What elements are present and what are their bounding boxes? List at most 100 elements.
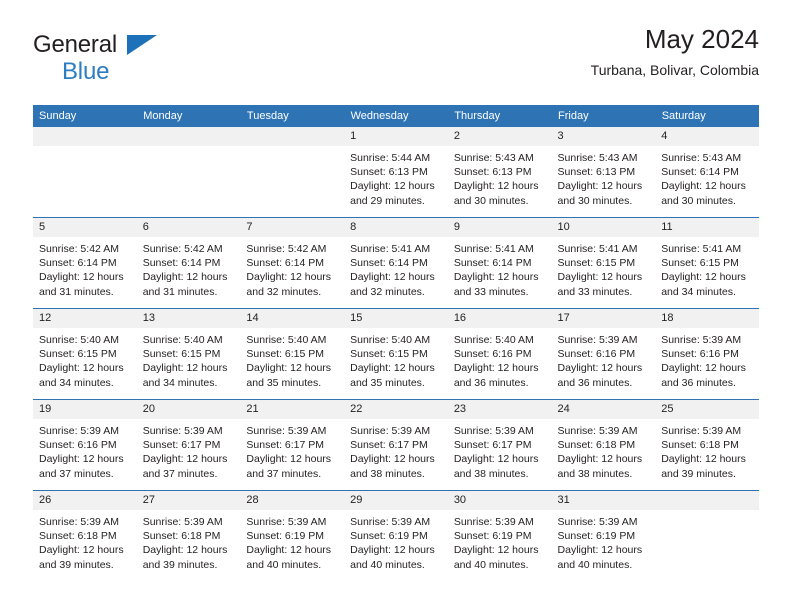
title-block: May 2024 Turbana, Bolivar, Colombia bbox=[591, 24, 759, 78]
day-number: 30 bbox=[447, 491, 552, 510]
calendar-day-cell[interactable]: 1 Sunrise: 5:44 AM Sunset: 6:13 PM Daylight… bbox=[344, 127, 448, 218]
sunrise-text: Sunrise: 5:43 AM bbox=[661, 152, 742, 164]
day-sun-info: Sunrise: 5:39 AM Sunset: 6:19 PM Daylight:… bbox=[240, 510, 344, 572]
calendar-day-cell[interactable]: 22 Sunrise: 5:39 AM Sunset: 6:17 PM Dayligh… bbox=[344, 399, 448, 491]
day-cell-inner: 12 Sunrise: 5:40 AM Sunset: 6:15 PM Dayligh… bbox=[33, 309, 137, 399]
calendar-day-cell[interactable]: 21 Sunrise: 5:39 AM Sunset: 6:17 PM Dayligh… bbox=[240, 399, 345, 491]
sunrise-text: Sunrise: 5:43 AM bbox=[557, 152, 638, 164]
daylight-text-line1: Daylight: 12 hours bbox=[142, 362, 228, 375]
day-sun-info: Sunrise: 5:39 AM Sunset: 6:19 PM Daylight:… bbox=[344, 510, 448, 572]
sunrise-text: Sunrise: 5:39 AM bbox=[39, 425, 119, 437]
day-sun-info: Sunrise: 5:40 AM Sunset: 6:15 PM Daylight:… bbox=[344, 328, 448, 390]
sunrise-text: Sunrise: 5:43 AM bbox=[453, 152, 534, 164]
day-cell-inner: 16 Sunrise: 5:40 AM Sunset: 6:16 PM Dayligh… bbox=[447, 309, 552, 399]
calendar-day-cell[interactable]: 12 Sunrise: 5:40 AM Sunset: 6:15 PM Dayligh… bbox=[33, 308, 137, 400]
calendar-day-cell[interactable]: 11 Sunrise: 5:41 AM Sunset: 6:15 PM Dayligh… bbox=[655, 217, 759, 309]
calendar-day-cell[interactable]: 25 Sunrise: 5:39 AM Sunset: 6:18 PM Dayligh… bbox=[655, 399, 759, 491]
calendar-day-cell[interactable]: 7 Sunrise: 5:42 AM Sunset: 6:14 PM Daylight… bbox=[240, 217, 345, 309]
calendar-day-cell[interactable]: 16 Sunrise: 5:40 AM Sunset: 6:16 PM Dayligh… bbox=[447, 308, 552, 400]
daylight-text-line2: and 35 minutes. bbox=[350, 376, 425, 389]
daylight-text-line1: Daylight: 12 hours bbox=[661, 362, 746, 375]
day-number: 12 bbox=[33, 309, 137, 328]
sunrise-text: Sunrise: 5:39 AM bbox=[246, 516, 327, 528]
sunset-text: Sunset: 6:15 PM bbox=[557, 257, 636, 270]
calendar-day-cell[interactable]: 6 Sunrise: 5:42 AM Sunset: 6:14 PM Daylight… bbox=[136, 217, 241, 309]
calendar-day-cell[interactable]: 17 Sunrise: 5:39 AM Sunset: 6:16 PM Dayligh… bbox=[551, 308, 656, 400]
sunset-text: Sunset: 6:16 PM bbox=[661, 348, 739, 361]
calendar-day-cell[interactable]: 19 Sunrise: 5:39 AM Sunset: 6:16 PM Dayligh… bbox=[33, 399, 137, 491]
calendar-day-cell[interactable]: 3 Sunrise: 5:43 AM Sunset: 6:13 PM Daylight… bbox=[551, 127, 656, 218]
day-sun-info: Sunrise: 5:39 AM Sunset: 6:19 PM Daylight:… bbox=[448, 510, 552, 572]
sunset-text: Sunset: 6:19 PM bbox=[350, 530, 428, 543]
sunrise-text: Sunrise: 5:40 AM bbox=[246, 334, 327, 346]
day-cell-inner: 19 Sunrise: 5:39 AM Sunset: 6:16 PM Dayligh… bbox=[33, 400, 137, 490]
sunset-text: Sunset: 6:19 PM bbox=[246, 530, 325, 543]
daylight-text-line1: Daylight: 12 hours bbox=[453, 544, 539, 557]
calendar-week-row: 5 Sunrise: 5:42 AM Sunset: 6:14 PM Daylight… bbox=[33, 217, 759, 309]
day-number: 10 bbox=[551, 218, 656, 237]
daylight-text-line1: Daylight: 12 hours bbox=[142, 453, 228, 466]
calendar-day-cell[interactable]: 27 Sunrise: 5:39 AM Sunset: 6:18 PM Dayligh… bbox=[136, 490, 241, 581]
day-cell-inner: 26 Sunrise: 5:39 AM Sunset: 6:18 PM Dayligh… bbox=[33, 491, 137, 581]
day-cell-inner bbox=[240, 127, 345, 217]
day-cell-inner: 29 Sunrise: 5:39 AM Sunset: 6:19 PM Dayligh… bbox=[344, 491, 448, 581]
day-cell-inner bbox=[33, 127, 137, 217]
day-number: 13 bbox=[136, 309, 241, 328]
calendar-day-cell[interactable]: 2 Sunrise: 5:43 AM Sunset: 6:13 PM Daylight… bbox=[447, 127, 552, 218]
calendar-week-row: 26 Sunrise: 5:39 AM Sunset: 6:18 PM Dayligh… bbox=[33, 490, 759, 581]
calendar-day-cell[interactable]: 26 Sunrise: 5:39 AM Sunset: 6:18 PM Dayligh… bbox=[33, 490, 137, 581]
calendar-day-cell[interactable]: 29 Sunrise: 5:39 AM Sunset: 6:19 PM Dayligh… bbox=[344, 490, 448, 581]
daylight-text-line1: Daylight: 12 hours bbox=[557, 271, 643, 284]
daylight-text-line2: and 32 minutes. bbox=[246, 285, 322, 298]
day-sun-info: Sunrise: 5:40 AM Sunset: 6:15 PM Daylight:… bbox=[240, 328, 344, 390]
daylight-text-line1: Daylight: 12 hours bbox=[142, 544, 228, 557]
daylight-text-line1: Daylight: 12 hours bbox=[661, 271, 746, 284]
calendar-day-cell[interactable]: 30 Sunrise: 5:39 AM Sunset: 6:19 PM Dayligh… bbox=[447, 490, 552, 581]
sunrise-sunset-calendar: Sunday Monday Tuesday Wednesday Thursday… bbox=[33, 105, 760, 581]
day-sun-info: Sunrise: 5:39 AM Sunset: 6:16 PM Daylight:… bbox=[655, 328, 759, 390]
calendar-day-cell[interactable]: 4 Sunrise: 5:43 AM Sunset: 6:14 PM Daylight… bbox=[655, 127, 759, 218]
calendar-day-cell[interactable]: 24 Sunrise: 5:39 AM Sunset: 6:18 PM Dayligh… bbox=[551, 399, 656, 491]
sunset-text: Sunset: 6:14 PM bbox=[246, 257, 325, 270]
calendar-day-cell[interactable]: 5 Sunrise: 5:42 AM Sunset: 6:14 PM Daylight… bbox=[33, 217, 137, 309]
day-cell-inner: 30 Sunrise: 5:39 AM Sunset: 6:19 PM Dayligh… bbox=[447, 491, 552, 581]
daylight-text-line1: Daylight: 12 hours bbox=[246, 544, 332, 557]
day-number: 11 bbox=[655, 218, 759, 237]
calendar-week-row: 19 Sunrise: 5:39 AM Sunset: 6:16 PM Dayligh… bbox=[33, 399, 759, 491]
calendar-day-cell[interactable]: 31 Sunrise: 5:39 AM Sunset: 6:19 PM Dayligh… bbox=[551, 490, 656, 581]
daylight-text-line2: and 39 minutes. bbox=[39, 558, 114, 571]
sunset-text: Sunset: 6:14 PM bbox=[453, 257, 532, 270]
sunset-text: Sunset: 6:15 PM bbox=[661, 257, 739, 270]
calendar-day-cell[interactable]: 23 Sunrise: 5:39 AM Sunset: 6:17 PM Dayligh… bbox=[447, 399, 552, 491]
daylight-text-line1: Daylight: 12 hours bbox=[661, 453, 746, 466]
day-number: 27 bbox=[136, 491, 241, 510]
day-sun-info: Sunrise: 5:44 AM Sunset: 6:13 PM Daylight:… bbox=[344, 146, 448, 208]
general-blue-logo[interactable]: General Blue bbox=[33, 33, 233, 91]
calendar-day-cell[interactable]: 20 Sunrise: 5:39 AM Sunset: 6:17 PM Dayligh… bbox=[136, 399, 241, 491]
calendar-day-cell[interactable]: 18 Sunrise: 5:39 AM Sunset: 6:16 PM Dayligh… bbox=[655, 308, 759, 400]
day-number: 19 bbox=[33, 400, 137, 419]
calendar-day-cell[interactable]: 8 Sunrise: 5:41 AM Sunset: 6:14 PM Daylight… bbox=[344, 217, 448, 309]
daylight-text-line1: Daylight: 12 hours bbox=[557, 362, 643, 375]
day-cell-inner: 18 Sunrise: 5:39 AM Sunset: 6:16 PM Dayligh… bbox=[655, 309, 759, 399]
calendar-day-cell[interactable]: 13 Sunrise: 5:40 AM Sunset: 6:15 PM Dayligh… bbox=[136, 308, 241, 400]
daylight-text-line2: and 30 minutes. bbox=[557, 194, 633, 207]
calendar-cell-empty bbox=[240, 127, 345, 218]
daylight-text-line2: and 36 minutes. bbox=[557, 376, 633, 389]
calendar-day-cell[interactable]: 28 Sunrise: 5:39 AM Sunset: 6:19 PM Dayligh… bbox=[240, 490, 345, 581]
day-cell-inner: 2 Sunrise: 5:43 AM Sunset: 6:13 PM Daylight… bbox=[447, 127, 552, 217]
calendar-day-cell[interactable]: 9 Sunrise: 5:41 AM Sunset: 6:14 PM Daylight… bbox=[447, 217, 552, 309]
daylight-text-line2: and 30 minutes. bbox=[661, 194, 736, 207]
calendar-cell-empty bbox=[655, 490, 759, 581]
day-sun-info: Sunrise: 5:43 AM Sunset: 6:14 PM Daylight:… bbox=[655, 146, 759, 208]
day-sun-info: Sunrise: 5:39 AM Sunset: 6:17 PM Daylight:… bbox=[344, 419, 448, 481]
day-sun-info: Sunrise: 5:40 AM Sunset: 6:15 PM Daylight:… bbox=[33, 328, 137, 390]
weekday-header-thursday: Thursday bbox=[447, 105, 553, 127]
day-number: 23 bbox=[447, 400, 552, 419]
sunrise-text: Sunrise: 5:39 AM bbox=[350, 425, 431, 437]
calendar-day-cell[interactable]: 10 Sunrise: 5:41 AM Sunset: 6:15 PM Dayligh… bbox=[551, 217, 656, 309]
day-cell-inner: 15 Sunrise: 5:40 AM Sunset: 6:15 PM Dayligh… bbox=[344, 309, 448, 399]
sunset-text: Sunset: 6:18 PM bbox=[661, 439, 739, 452]
calendar-day-cell[interactable]: 14 Sunrise: 5:40 AM Sunset: 6:15 PM Dayligh… bbox=[240, 308, 345, 400]
calendar-day-cell[interactable]: 15 Sunrise: 5:40 AM Sunset: 6:15 PM Dayligh… bbox=[344, 308, 448, 400]
